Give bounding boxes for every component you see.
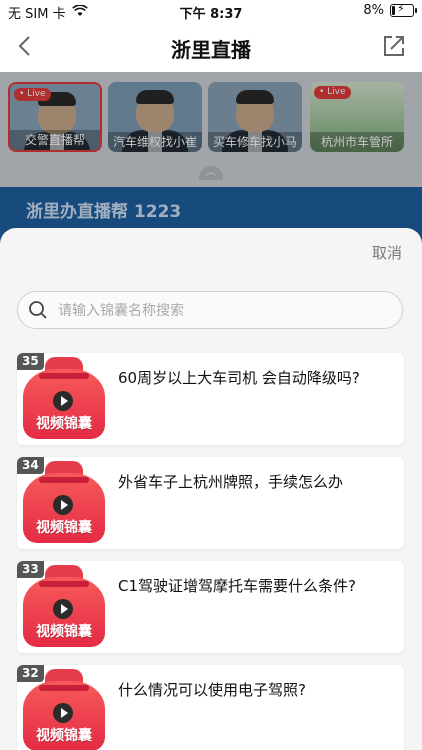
tip-question: C1驾驶证增驾摩托车需要什么条件? (118, 577, 356, 595)
share-icon[interactable] (382, 34, 406, 58)
play-icon (53, 703, 73, 723)
battery-icon: ⚡ (390, 2, 417, 17)
tip-card[interactable]: 视频锦囊 34 外省车子上杭州牌照，手续怎么办 (17, 457, 404, 549)
tips-sheet: 取消 视频锦囊 35 60周岁以上大车司机 会自动降级吗? 视频锦囊 34 外省… (0, 228, 422, 750)
search-input[interactable] (56, 299, 390, 323)
tip-card[interactable]: 视频锦囊 33 C1驾驶证增驾摩托车需要什么条件? (17, 561, 404, 653)
tip-question: 60周岁以上大车司机 会自动降级吗? (118, 369, 360, 387)
tip-number: 33 (17, 561, 44, 578)
status-bar: 无 SIM 卡 下午 8:37 8% ⚡ (0, 0, 422, 22)
tip-question: 什么情况可以使用电子驾照? (118, 681, 306, 699)
thumb-label: 视频锦囊 (36, 520, 92, 536)
battery-percent: 8% (363, 3, 384, 18)
tip-number: 35 (17, 353, 44, 370)
thumb-label: 视频锦囊 (36, 624, 92, 640)
tip-question: 外省车子上杭州牌照，手续怎么办 (118, 473, 344, 491)
time-label: 下午 8:37 (179, 7, 243, 22)
tip-card[interactable]: 视频锦囊 35 60周岁以上大车司机 会自动降级吗? (17, 353, 404, 445)
nav-bar: 浙里直播 (0, 22, 422, 72)
thumb-label: 视频锦囊 (36, 416, 92, 432)
play-icon (53, 391, 73, 411)
search-box[interactable] (17, 291, 403, 329)
cancel-button[interactable]: 取消 (372, 242, 402, 263)
play-icon (53, 599, 73, 619)
page-title: 浙里直播 (171, 38, 251, 62)
tip-number: 34 (17, 457, 44, 474)
search-icon (28, 300, 48, 320)
tip-number: 32 (17, 665, 44, 682)
play-icon (53, 495, 73, 515)
thumb-label: 视频锦囊 (36, 728, 92, 744)
tip-card[interactable]: 视频锦囊 32 什么情况可以使用电子驾照? (17, 665, 404, 750)
